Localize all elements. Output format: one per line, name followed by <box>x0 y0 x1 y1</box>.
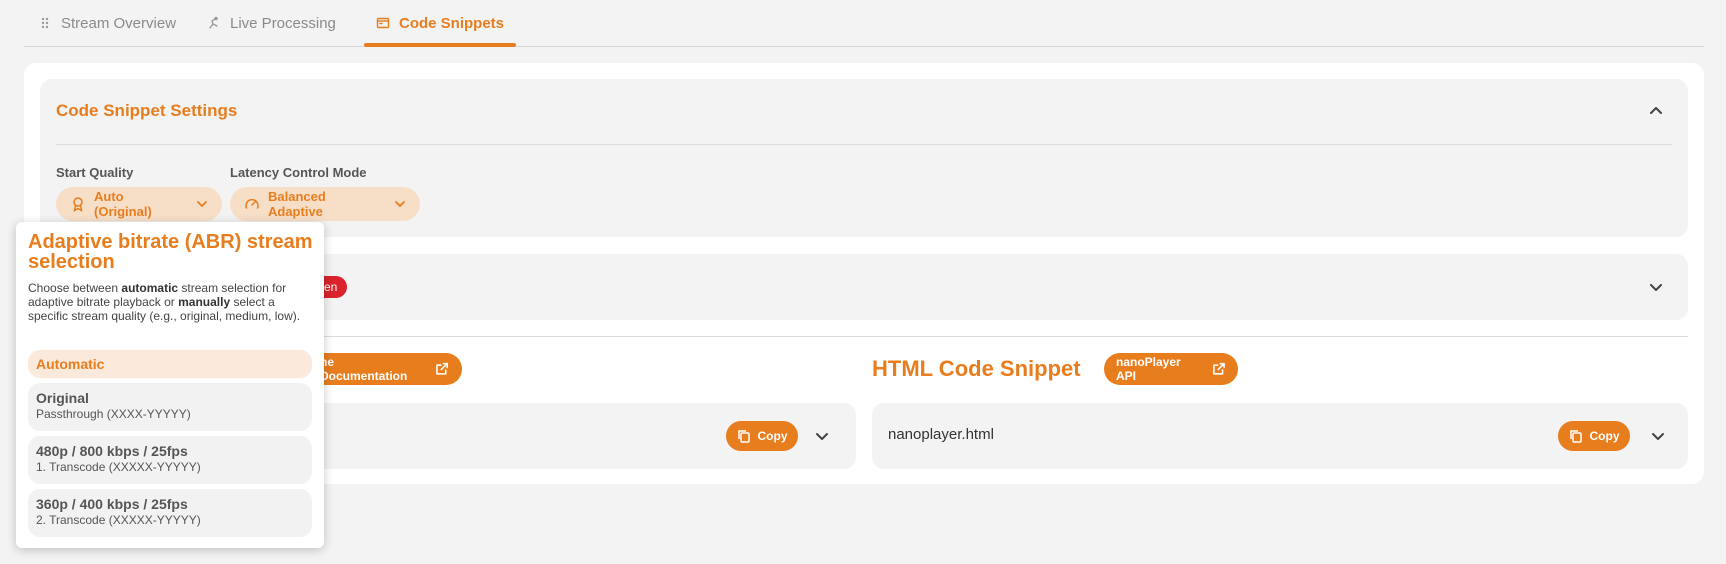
tab-label: Stream Overview <box>61 14 177 32</box>
option-detail: 2. Transcode (XXXXX-YYYYY) <box>36 513 201 527</box>
external-link-icon <box>1212 362 1225 375</box>
nanoplayer-api-button[interactable]: nanoPlayer API <box>1104 353 1238 385</box>
tab-label: Live Processing <box>230 14 336 32</box>
tab-label: Code Snippets <box>399 14 505 32</box>
api-button-label: nanoPlayer API <box>1116 355 1181 383</box>
speedometer-icon <box>245 198 259 209</box>
copy-button-label: Copy <box>1589 429 1620 443</box>
option-name: 480p / 800 kbps / 25fps <box>36 443 188 459</box>
option-name: Automatic <box>36 356 105 372</box>
latency-mode-select[interactable]: Balanced Adaptive <box>230 187 420 221</box>
award-icon <box>73 197 83 212</box>
tab-stream-overview[interactable]: Stream Overview <box>38 0 176 46</box>
copy-button-label: Copy <box>757 429 788 443</box>
tab-code-snippets[interactable]: Code Snippets <box>364 0 517 47</box>
copy-icon <box>737 430 750 443</box>
copy-icon <box>1569 430 1582 443</box>
popover-description: Choose between automatic stream selectio… <box>28 281 301 323</box>
abr-popover: Adaptive bitrate (ABR) stream selection … <box>16 222 324 548</box>
documentation-button-label: ne Documentation <box>320 355 408 383</box>
divider <box>56 144 1672 145</box>
copy-button[interactable]: Copy <box>726 421 798 451</box>
documentation-button[interactable]: ne Documentation <box>304 353 462 385</box>
quality-option-360p[interactable]: 360p / 400 kbps / 25fps 2. Transcode (XX… <box>28 489 312 537</box>
latency-mode-value: Balanced Adaptive <box>268 189 326 219</box>
tab-live-processing[interactable]: Live Processing <box>207 0 336 46</box>
code-window-icon <box>376 17 390 29</box>
chevron-up-icon[interactable] <box>1648 103 1664 119</box>
option-name: Original <box>36 390 89 406</box>
grip-dots-icon <box>41 17 49 29</box>
latency-mode-label: Latency Control Mode <box>230 165 367 180</box>
processing-icon <box>209 16 218 29</box>
chevron-down-icon[interactable] <box>1650 428 1666 444</box>
chevron-down-icon[interactable] <box>814 428 830 444</box>
option-detail: Passthrough (XXXX-YYYYY) <box>36 407 191 421</box>
quality-option-480p[interactable]: 480p / 800 kbps / 25fps 1. Transcode (XX… <box>28 436 312 484</box>
snippet-settings-panel: Code Snippet Settings Start Quality Late… <box>40 79 1688 237</box>
settings-title: Code Snippet Settings <box>56 101 238 120</box>
chevron-down-icon[interactable] <box>1648 279 1664 295</box>
start-quality-label: Start Quality <box>56 165 134 180</box>
start-quality-value: Auto (Original) <box>94 189 152 219</box>
chevron-down-icon <box>197 201 207 207</box>
tab-bar: Stream Overview Live Processing Code Sni… <box>24 0 1704 47</box>
popover-title: Adaptive bitrate (ABR) stream selection <box>28 231 313 273</box>
chevron-down-icon <box>395 201 405 207</box>
quality-option-original[interactable]: Original Passthrough (XXXX-YYYYY) <box>28 383 312 431</box>
option-name: 360p / 400 kbps / 25fps <box>36 496 188 512</box>
external-link-icon <box>436 362 449 375</box>
option-detail: 1. Transcode (XXXXX-YYYYY) <box>36 460 201 474</box>
html-snippet-title: HTML Code Snippet <box>872 356 1081 381</box>
start-quality-select[interactable]: Auto (Original) <box>56 187 222 221</box>
quality-option-automatic[interactable]: Automatic <box>28 350 312 378</box>
html-file-name: nanoplayer.html <box>888 426 994 443</box>
copy-button[interactable]: Copy <box>1558 421 1630 451</box>
code-snippet-row-html: nanoplayer.html Copy <box>872 403 1688 469</box>
code-snippet-row-left: Copy <box>300 403 856 469</box>
